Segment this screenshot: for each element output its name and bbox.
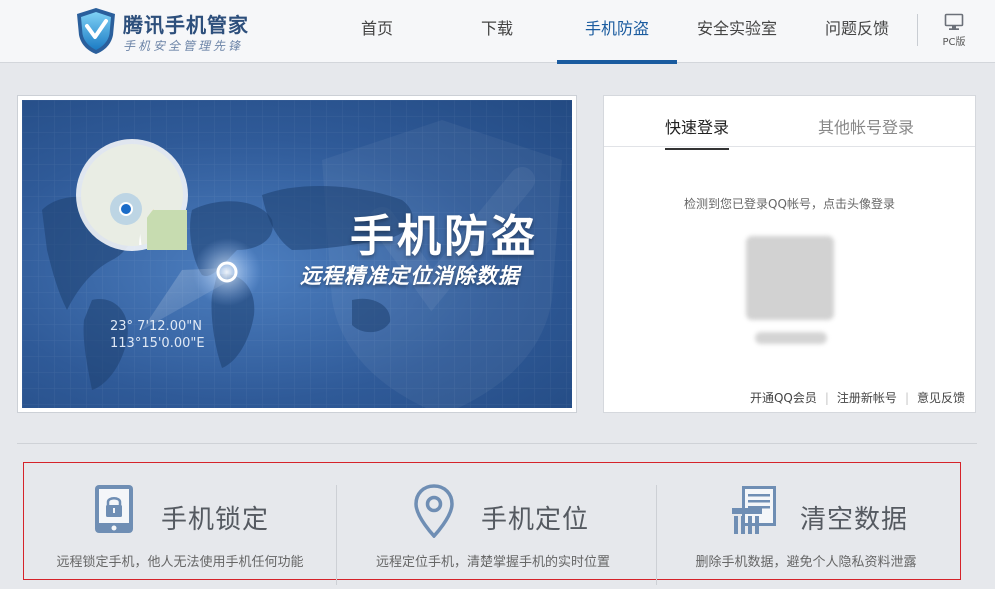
nav-divider bbox=[917, 14, 918, 46]
login-panel: 快速登录 其他帐号登录 检测到您已登录QQ帐号，点击头像登录 开通QQ会员 | 注册… bbox=[603, 95, 976, 413]
login-links: 开通QQ会员 | 注册新帐号 | 意见反馈 bbox=[750, 389, 965, 406]
qq-avatar[interactable] bbox=[746, 236, 834, 320]
top-header: 腾讯手机管家 手机安全管理先锋 首页 下载 手机防盗 安全实验室 问题反馈 PC… bbox=[0, 0, 995, 64]
coordinate-longitude: 113°15'0.00"E bbox=[110, 336, 205, 351]
tab-quick-login[interactable]: 快速登录 bbox=[665, 114, 730, 150]
feature-title: 手机定位 bbox=[481, 505, 590, 535]
shredder-icon bbox=[732, 486, 776, 534]
tab-other-account-login[interactable]: 其他帐号登录 bbox=[818, 114, 914, 138]
feature-wipe-data[interactable]: 清空数据 删除手机数据，避免个人隐私资料泄露 bbox=[650, 463, 962, 579]
phone-lock-icon bbox=[95, 485, 133, 533]
feature-phone-location[interactable]: 手机定位 远程定位手机，清楚掌握手机的实时位置 bbox=[337, 463, 649, 579]
register-account-link[interactable]: 注册新帐号 bbox=[837, 391, 897, 405]
banner-title: 手机防盗 bbox=[350, 211, 538, 262]
coordinate-readout: 23° 7'12.00"N 113°15'0.00"E bbox=[110, 318, 205, 352]
nav-home[interactable]: 首页 bbox=[338, 0, 416, 63]
shield-logo-icon bbox=[77, 8, 115, 54]
nav-feedback[interactable]: 问题反馈 bbox=[812, 0, 902, 63]
feature-list: 手机锁定 远程锁定手机，他人无法使用手机任何功能 手机定位 远程定位手机，清楚掌… bbox=[23, 462, 962, 585]
link-separator: | bbox=[904, 391, 909, 405]
location-pin-icon bbox=[414, 484, 454, 538]
nav-security-lab[interactable]: 安全实验室 bbox=[688, 0, 786, 63]
banner-subtitle: 远程精准定位消除数据 bbox=[300, 264, 520, 288]
nav-download[interactable]: 下载 bbox=[458, 0, 536, 63]
monitor-icon bbox=[944, 13, 964, 30]
banner-frame: 手机防盗 远程精准定位消除数据 23° 7'12.00"N 113°15'0.0… bbox=[17, 95, 577, 413]
feature-description: 远程定位手机，清楚掌握手机的实时位置 bbox=[375, 555, 610, 570]
feature-description: 删除手机数据，避免个人隐私资料泄露 bbox=[695, 555, 917, 570]
anti-theft-banner[interactable]: 手机防盗 远程精准定位消除数据 23° 7'12.00"N 113°15'0.0… bbox=[22, 100, 572, 408]
coordinate-latitude: 23° 7'12.00"N bbox=[110, 319, 202, 334]
feedback-link[interactable]: 意见反馈 bbox=[917, 391, 965, 405]
link-separator: | bbox=[824, 391, 829, 405]
feature-phone-lock[interactable]: 手机锁定 远程锁定手机，他人无法使用手机任何功能 bbox=[24, 463, 336, 579]
feature-title: 清空数据 bbox=[800, 505, 909, 535]
feature-title: 手机锁定 bbox=[161, 505, 270, 535]
logo[interactable]: 腾讯手机管家 手机安全管理先锋 bbox=[75, 7, 275, 57]
feature-description: 远程锁定手机，他人无法使用手机任何功能 bbox=[56, 555, 304, 570]
open-qq-vip-link[interactable]: 开通QQ会员 bbox=[750, 391, 817, 405]
pc-version-label: PC版 bbox=[942, 37, 966, 48]
qq-nickname bbox=[755, 332, 827, 344]
section-divider bbox=[17, 443, 977, 444]
login-hint: 检测到您已登录QQ帐号，点击头像登录 bbox=[684, 197, 895, 211]
pc-version-link[interactable]: PC版 bbox=[936, 13, 972, 48]
logo-slogan: 手机安全管理先锋 bbox=[123, 39, 244, 53]
nav-anti-theft[interactable]: 手机防盗 bbox=[557, 0, 677, 64]
logo-title: 腾讯手机管家 bbox=[123, 13, 249, 37]
login-tabs: 快速登录 其他帐号登录 bbox=[604, 96, 975, 150]
